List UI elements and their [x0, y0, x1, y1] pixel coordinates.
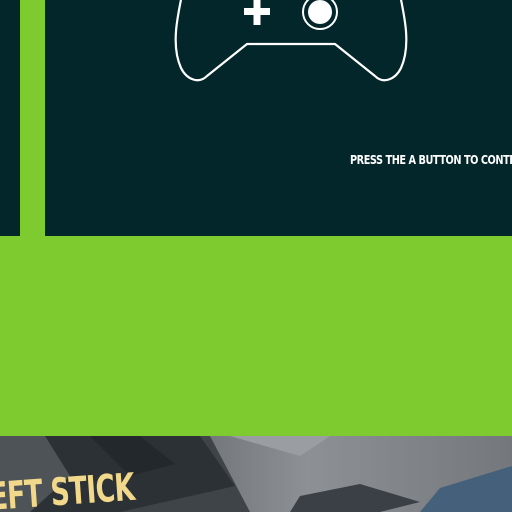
- green-band: [0, 236, 512, 436]
- press-a-prompt: PRESS THE A BUTTON TO CONTINUE: [350, 152, 512, 167]
- left-stick-label: LEFT STICK: [0, 464, 136, 512]
- gamepad-icon: [174, 0, 408, 82]
- dpad-icon: [244, 0, 270, 25]
- controller-photo: LEFT STICK: [0, 436, 512, 512]
- thumbstick-icon: [302, 0, 338, 30]
- controller-panel: PRESS THE A BUTTON TO CONTINUE: [45, 0, 512, 236]
- left-panel: [0, 0, 20, 236]
- green-divider: [20, 0, 45, 236]
